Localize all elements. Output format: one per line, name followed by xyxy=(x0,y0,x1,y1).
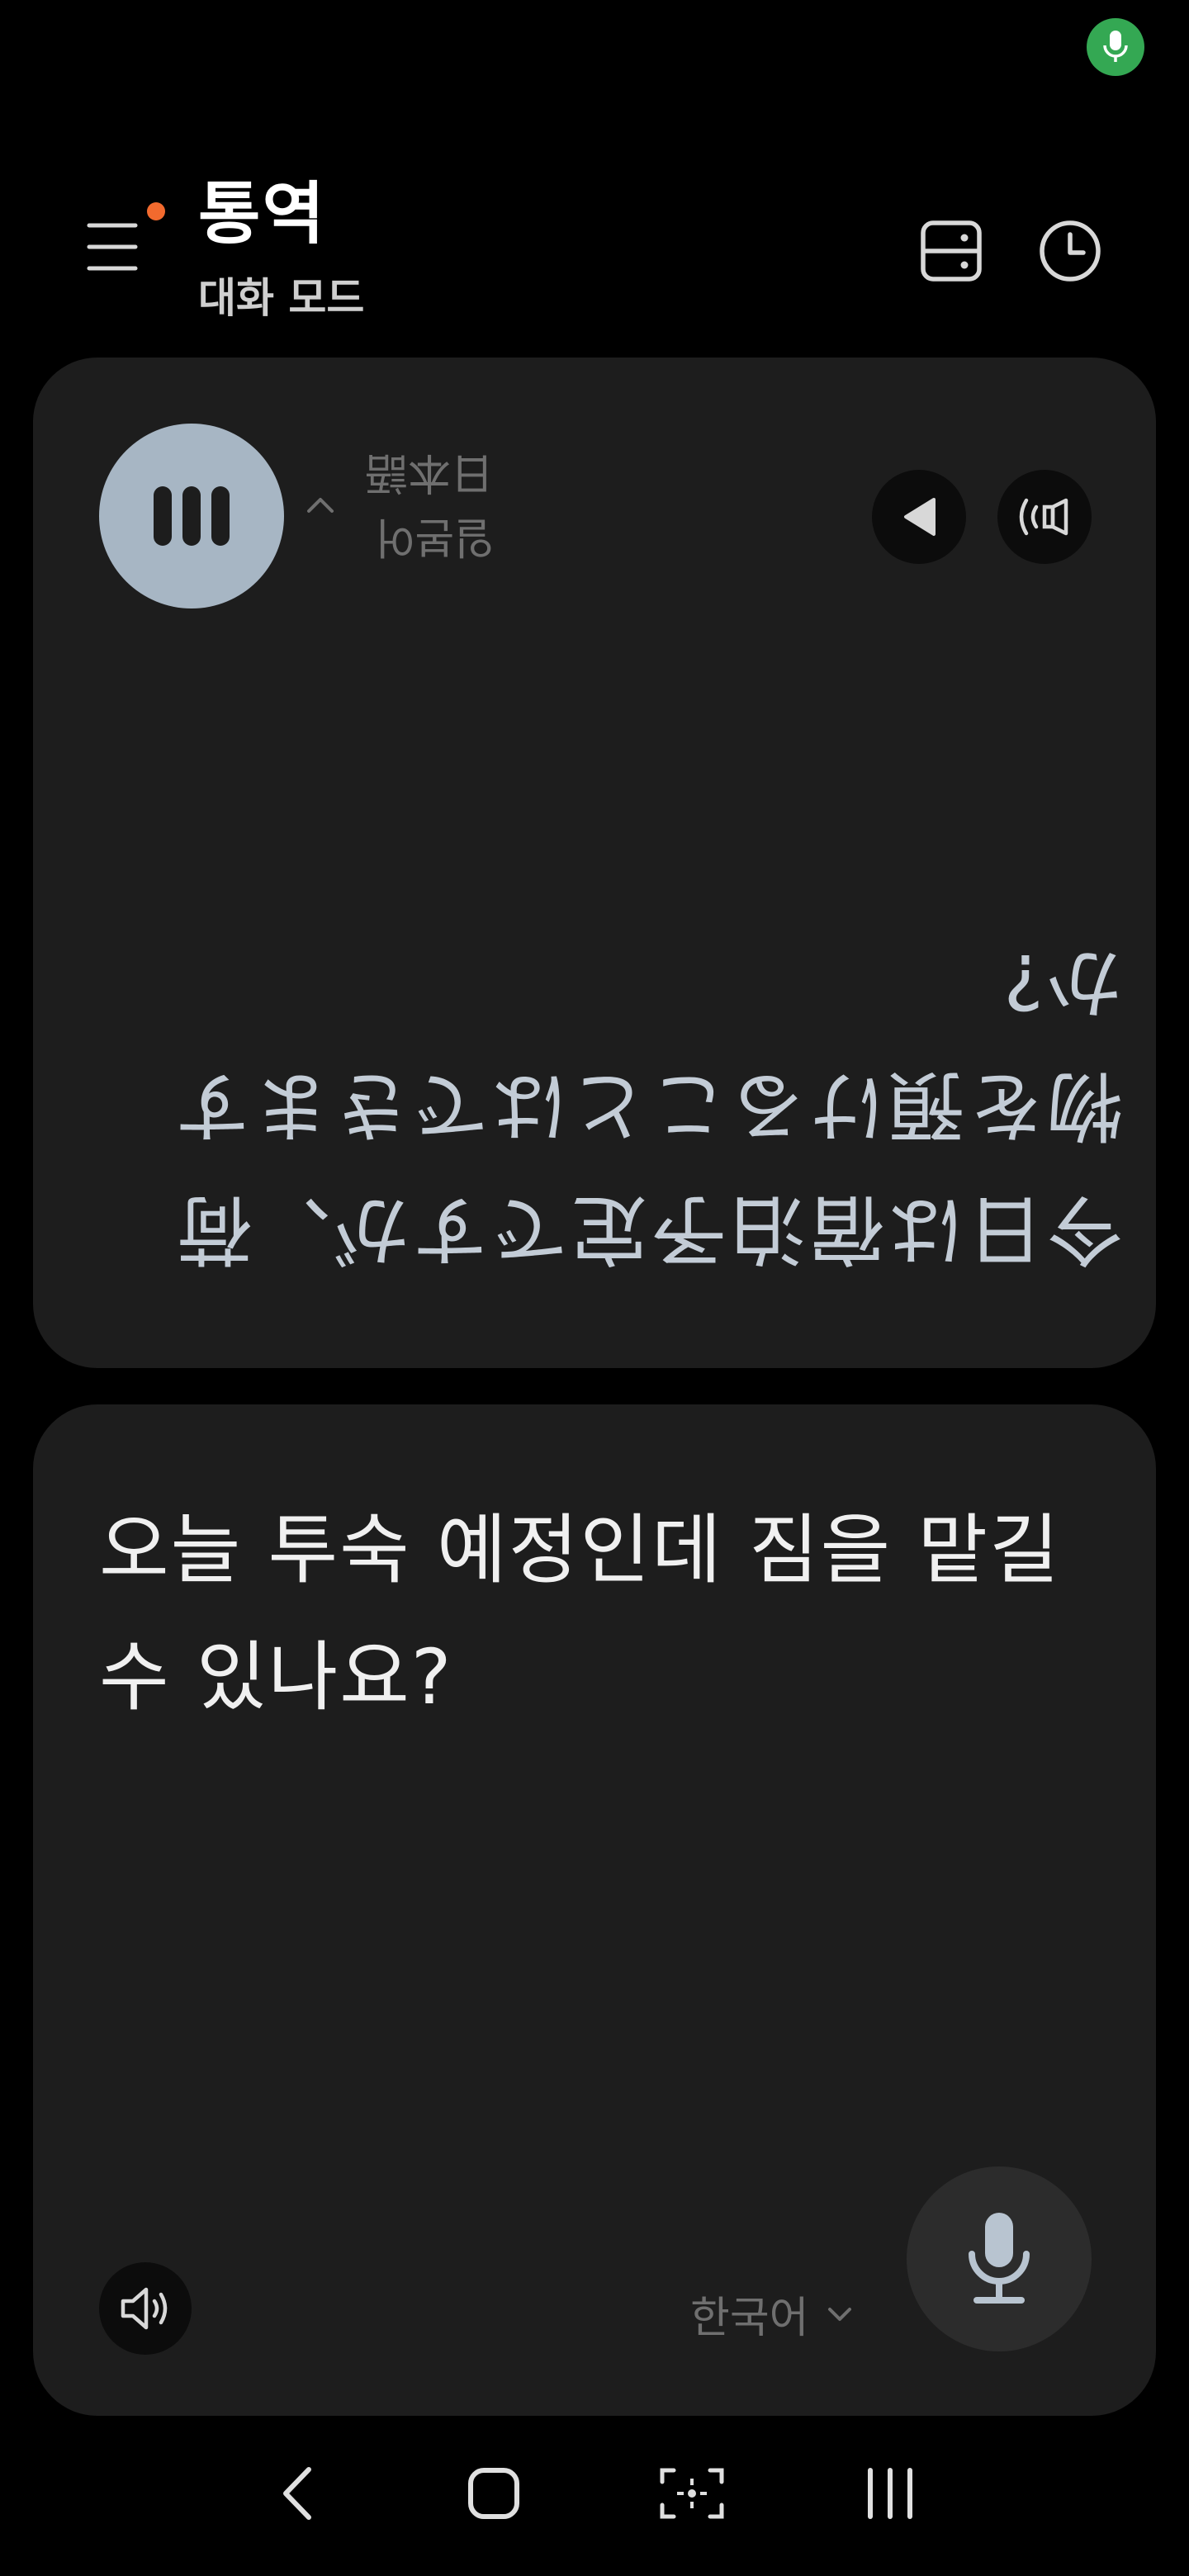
menu-button[interactable] xyxy=(86,219,152,293)
source-text: 오늘 투숙 예정인데 짐을 맡길 수 있나요? xyxy=(99,1506,1061,1721)
language-selector-other[interactable]: 일본어 日本語 xyxy=(306,440,494,569)
notification-dot xyxy=(147,202,165,220)
previous-button[interactable] xyxy=(872,470,966,564)
translated-text: 今日は宿泊予定ですが、荷物を預けることはできますか? xyxy=(171,937,1123,1273)
history-button[interactable] xyxy=(1032,213,1108,289)
speaker-button[interactable] xyxy=(99,2262,192,2355)
mic-icon xyxy=(969,2213,1030,2304)
split-layout-icon xyxy=(921,220,982,282)
language-selector-self[interactable]: 한국어 xyxy=(690,2283,852,2345)
clock-history-icon xyxy=(1040,220,1101,282)
language-other-label: 일본어 xyxy=(375,512,495,561)
speaker-icon xyxy=(121,2287,168,2330)
recents-bars-icon xyxy=(868,2468,912,2519)
mic-icon xyxy=(1103,31,1128,62)
chevron-down-icon xyxy=(827,2307,851,2321)
page-subtitle: 대화 모드 xyxy=(198,274,365,322)
pause-bars-icon xyxy=(154,486,230,546)
home-square-icon xyxy=(468,2468,519,2519)
voice-output-button[interactable] xyxy=(997,470,1092,564)
hamburger-menu-icon xyxy=(87,223,138,271)
page-title: 통역 xyxy=(198,175,326,253)
voice-output-icon xyxy=(1019,498,1068,536)
mic-button[interactable] xyxy=(907,2166,1092,2351)
recents-button[interactable] xyxy=(841,2444,940,2543)
chevron-up-icon xyxy=(307,498,334,513)
language-label: 한국어 xyxy=(690,2294,809,2343)
screen-capture-icon xyxy=(660,2468,724,2519)
system-nav-bar xyxy=(0,2444,1189,2543)
back-button[interactable] xyxy=(248,2444,347,2543)
language-current-label: 日本語 xyxy=(365,447,495,497)
mic-active-indicator[interactable] xyxy=(1087,18,1144,76)
listening-button[interactable] xyxy=(99,424,284,608)
screen-capture-button[interactable] xyxy=(642,2444,741,2543)
triangle-left-icon xyxy=(904,498,936,536)
layout-toggle-button[interactable] xyxy=(913,213,989,289)
translation-panel-self: 오늘 투숙 예정인데 짐을 맡길 수 있나요? 한국어 xyxy=(33,1404,1156,2416)
back-chevron-icon xyxy=(283,2467,311,2520)
home-button[interactable] xyxy=(444,2444,543,2543)
translation-panel-other: 일본어 日本語 今日は宿泊予定ですが、荷物を預けることはできますか? xyxy=(33,358,1156,1368)
